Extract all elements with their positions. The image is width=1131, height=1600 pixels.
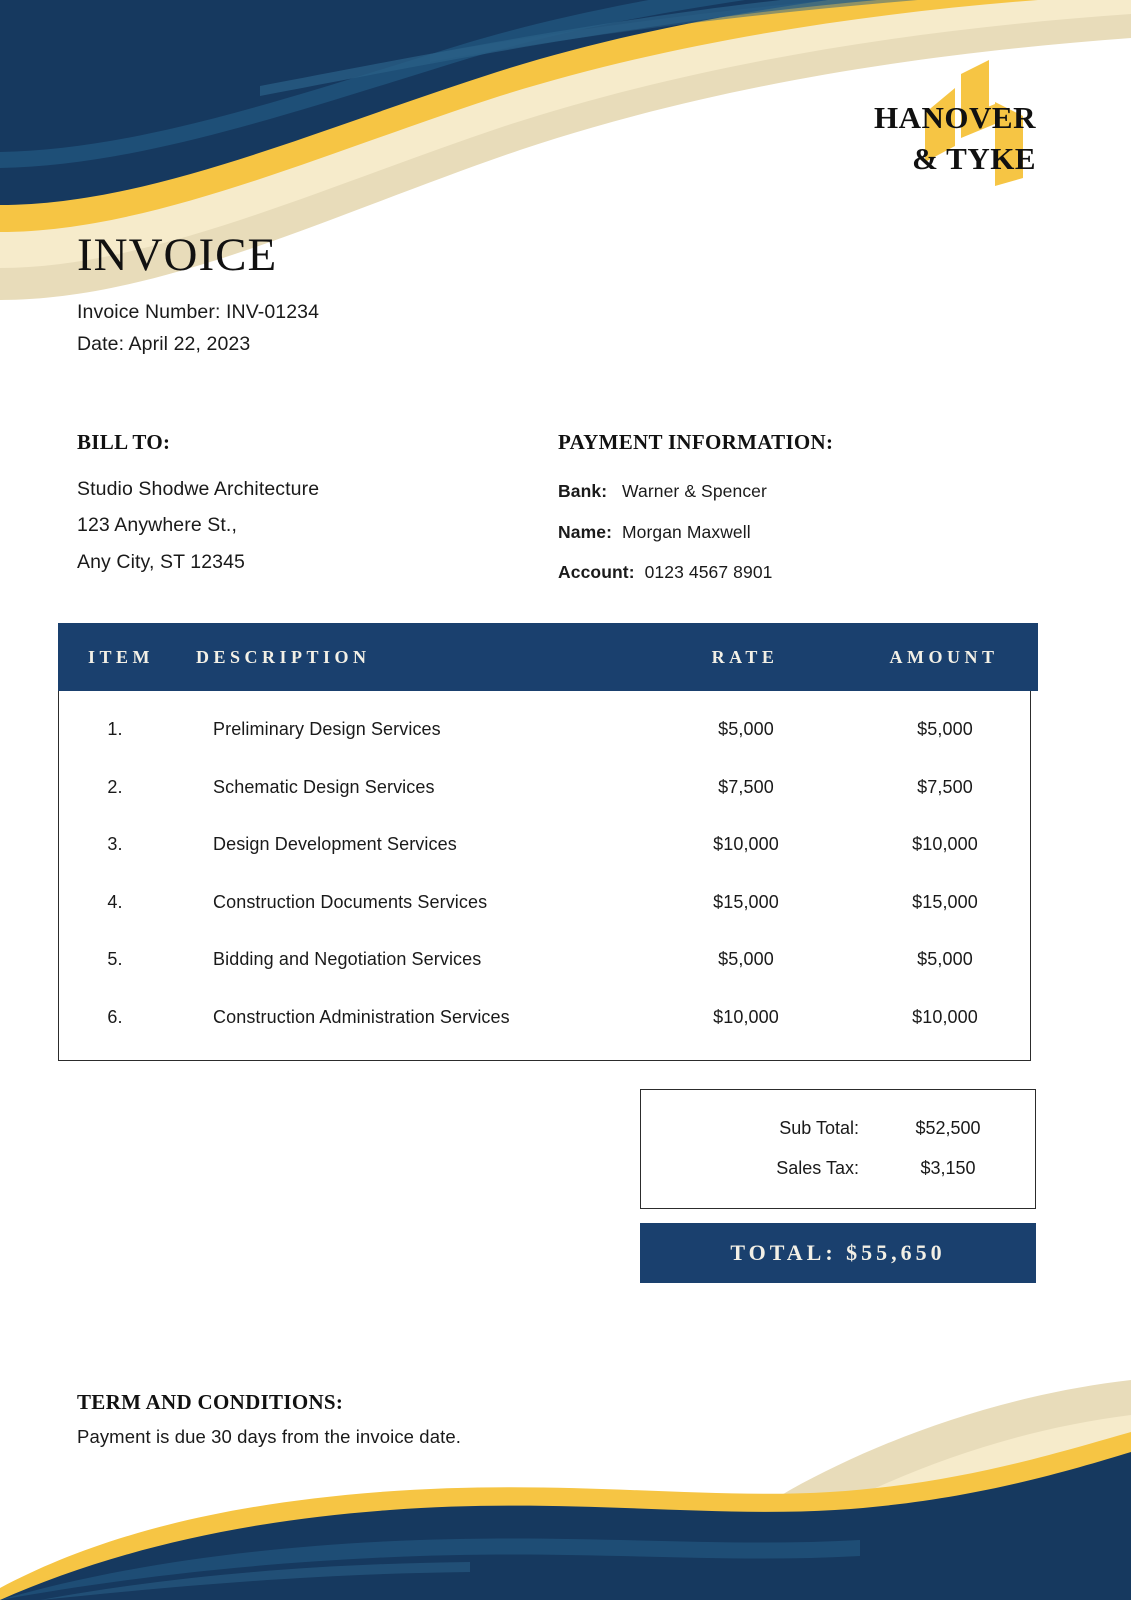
table-row: 3. Design Development Services $10,000 $… bbox=[59, 816, 1030, 874]
cell-amount: $5,000 bbox=[917, 949, 973, 970]
cell-item: 2. bbox=[107, 776, 123, 797]
cell-description: Construction Administration Services bbox=[213, 1006, 510, 1027]
cell-item: 6. bbox=[107, 1006, 123, 1027]
bill-to-line: 123 Anywhere St., bbox=[77, 514, 237, 537]
payment-value-account: 0123 4567 8901 bbox=[644, 562, 773, 583]
cell-item: 4. bbox=[107, 891, 123, 912]
cell-item: 5. bbox=[107, 949, 123, 970]
terms-text: Payment is due 30 days from the invoice … bbox=[77, 1426, 461, 1447]
payment-row-name: Name: Morgan Maxwell bbox=[558, 512, 833, 553]
bill-to-line: Studio Shodwe Architecture bbox=[77, 478, 320, 500]
cell-rate: $5,000 bbox=[718, 949, 774, 970]
table-row: 4. Construction Documents Services $15,0… bbox=[59, 874, 1030, 932]
sales-tax-label: Sales Tax: bbox=[776, 1157, 859, 1178]
brand-logo: HANOVER & TYKE bbox=[874, 98, 1036, 180]
payment-information-heading: PAYMENT INFORMATION: bbox=[558, 430, 834, 454]
cell-rate: $5,000 bbox=[718, 719, 774, 740]
column-header-description: DESCRIPTION bbox=[196, 646, 371, 667]
payment-label-account: Account: bbox=[558, 562, 635, 583]
payment-row-account: Account: 0123 4567 8901 bbox=[558, 552, 833, 593]
column-header-item: ITEM bbox=[88, 646, 155, 667]
cell-item: 3. bbox=[107, 834, 123, 855]
subtotal-row: Sub Total: $52,500 bbox=[641, 1108, 1035, 1148]
subtotal-value: $52,500 bbox=[915, 1117, 981, 1138]
cell-description: Schematic Design Services bbox=[213, 776, 435, 797]
payment-value-bank: Warner & Spencer bbox=[622, 481, 767, 501]
cell-description: Design Development Services bbox=[213, 834, 457, 855]
bill-to-line: Any City, ST 12345 bbox=[77, 550, 245, 573]
cell-rate: $7,500 bbox=[718, 776, 774, 797]
cell-amount: $7,500 bbox=[917, 776, 973, 797]
table-row: 6. Construction Administration Services … bbox=[59, 989, 1030, 1047]
items-table-body: 1. Preliminary Design Services $5,000 $5… bbox=[58, 691, 1031, 1061]
terms-and-conditions-block: TERM AND CONDITIONS: Payment is due 30 d… bbox=[77, 1390, 461, 1448]
invoice-page: HANOVER & TYKE INVOICE Invoice Number: I… bbox=[0, 0, 1131, 1600]
cell-amount: $15,000 bbox=[912, 891, 978, 912]
table-row: 5. Bidding and Negotiation Services $5,0… bbox=[59, 931, 1030, 989]
column-header-rate: RATE bbox=[711, 646, 779, 667]
cell-description: Preliminary Design Services bbox=[213, 719, 441, 740]
cell-description: Bidding and Negotiation Services bbox=[213, 949, 482, 970]
column-header-amount: AMOUNT bbox=[889, 646, 999, 667]
cell-description: Construction Documents Services bbox=[213, 891, 488, 912]
totals-box: Sub Total: $52,500 Sales Tax: $3,150 bbox=[640, 1089, 1036, 1209]
payment-value-name: Morgan Maxwell bbox=[621, 521, 751, 542]
items-table: ITEM DESCRIPTION RATE AMOUNT 1. Prelimin… bbox=[58, 623, 1038, 1061]
payment-label-bank: Bank: bbox=[558, 481, 608, 501]
payment-label-name: Name: bbox=[558, 521, 612, 542]
sales-tax-value: $3,150 bbox=[920, 1157, 976, 1178]
cell-rate: $10,000 bbox=[713, 1006, 779, 1027]
cell-amount: $10,000 bbox=[912, 834, 978, 855]
brand-name-line1: HANOVER bbox=[874, 100, 1036, 135]
cell-rate: $10,000 bbox=[713, 834, 779, 855]
cell-item: 1. bbox=[107, 719, 123, 740]
items-table-header: ITEM DESCRIPTION RATE AMOUNT bbox=[58, 623, 1038, 691]
invoice-meta: Invoice Number: INV-01234 Date: April 22… bbox=[77, 296, 319, 360]
table-row: 1. Preliminary Design Services $5,000 $5… bbox=[59, 701, 1030, 759]
bill-to-heading: BILL TO: bbox=[77, 430, 171, 454]
subtotal-label: Sub Total: bbox=[779, 1117, 859, 1138]
cell-amount: $10,000 bbox=[912, 1006, 978, 1027]
bill-to-block: BILL TO: Studio Shodwe Architecture 123 … bbox=[77, 430, 319, 580]
invoice-number: Invoice Number: INV-01234 bbox=[77, 301, 320, 323]
cell-rate: $15,000 bbox=[713, 891, 779, 912]
cell-amount: $5,000 bbox=[917, 719, 973, 740]
grand-total-bar: TOTAL: $55,650 bbox=[640, 1223, 1036, 1283]
sales-tax-row: Sales Tax: $3,150 bbox=[641, 1148, 1035, 1188]
payment-information-block: PAYMENT INFORMATION: Bank: Warner & Spen… bbox=[558, 430, 833, 593]
table-row: 2. Schematic Design Services $7,500 $7,5… bbox=[59, 759, 1030, 817]
terms-heading: TERM AND CONDITIONS: bbox=[77, 1390, 344, 1414]
invoice-date: Date: April 22, 2023 bbox=[77, 333, 251, 356]
page-title: INVOICE bbox=[77, 229, 278, 281]
payment-row-bank: Bank: Warner & Spencer bbox=[558, 471, 833, 512]
brand-name-line2: & TYKE bbox=[912, 140, 1036, 176]
